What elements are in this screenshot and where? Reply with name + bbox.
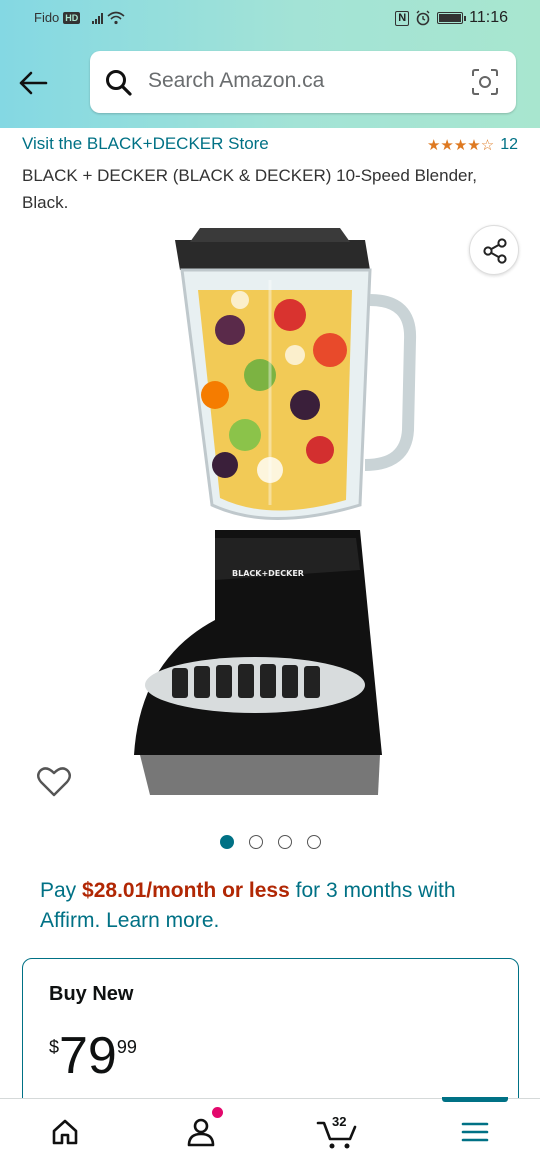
affirm-offer[interactable]: Pay $28.01/month or less for 3 months wi… — [40, 876, 515, 936]
affirm-amount: $28.01/month or less — [82, 879, 290, 902]
search-bar[interactable]: Search Amazon.ca — [90, 51, 516, 113]
active-tab-indicator — [442, 1097, 508, 1102]
share-icon — [483, 238, 507, 264]
image-pagination[interactable] — [220, 835, 321, 849]
bottom-nav: 32 — [0, 1097, 540, 1170]
carrier-label: Fido — [34, 10, 60, 25]
status-bar: Fido HD N 11:16 — [0, 0, 540, 38]
notification-dot — [212, 1107, 223, 1118]
rating-stars: ★★★★☆ — [426, 137, 495, 154]
blender-jar — [175, 228, 417, 520]
price-fraction: 99 — [116, 1037, 137, 1057]
home-icon[interactable] — [50, 1117, 80, 1147]
buy-new-heading: Buy New — [49, 983, 134, 1005]
blender-base: BLACK+DECKER — [134, 530, 382, 795]
affirm-pay: Pay — [40, 879, 83, 902]
product-title: BLACK + DECKER (BLACK & DECKER) 10-Speed… — [22, 166, 477, 212]
price-currency: $ — [49, 1037, 60, 1057]
nfc-icon: N — [395, 10, 410, 26]
back-arrow-icon[interactable] — [16, 66, 50, 100]
share-button[interactable] — [469, 225, 519, 275]
rating-count[interactable]: 12 — [500, 136, 518, 154]
camera-scan-icon[interactable] — [471, 68, 499, 96]
alarm-icon — [416, 10, 430, 26]
hd-icon: HD — [63, 11, 81, 24]
product-image[interactable]: BLACK+DECKER — [120, 220, 430, 810]
app-header: Fido HD N 11:16 Search Amazon.ca — [0, 0, 540, 128]
store-link[interactable]: Visit the BLACK+DECKER Store — [22, 134, 269, 154]
search-input[interactable]: Search Amazon.ca — [148, 69, 324, 93]
price: $ 79 99 — [49, 1029, 137, 1083]
pagination-dot-3[interactable] — [278, 835, 292, 849]
menu-icon[interactable] — [460, 1117, 490, 1147]
search-icon — [106, 70, 132, 96]
signal-icon — [92, 12, 104, 24]
account-icon[interactable] — [186, 1117, 216, 1147]
price-whole: 79 — [59, 1027, 117, 1085]
battery-icon — [437, 12, 467, 24]
pagination-dot-2[interactable] — [249, 835, 263, 849]
buy-box[interactable]: Buy New $ 79 99 — [22, 958, 519, 1118]
wifi-icon — [107, 11, 125, 24]
brand-logo: BLACK+DECKER — [232, 569, 304, 578]
heart-icon[interactable] — [36, 764, 72, 800]
rating[interactable]: ★★★★☆ 12 — [427, 136, 518, 154]
cart-count: 32 — [332, 1114, 347, 1129]
pagination-dot-1[interactable] — [220, 835, 234, 849]
pagination-dot-4[interactable] — [307, 835, 321, 849]
status-time: 11:16 — [469, 9, 508, 26]
